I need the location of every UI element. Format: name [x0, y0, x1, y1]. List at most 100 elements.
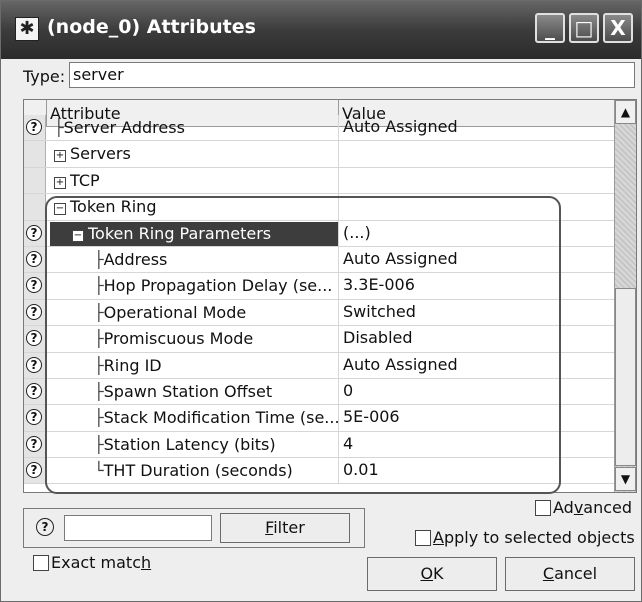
attribute-name-cell[interactable]: ├Stack Modification Time (se...: [94, 408, 340, 427]
attribute-name: Address: [103, 249, 168, 269]
scroll-up-icon: ▲: [620, 105, 631, 119]
help-cell: ?: [24, 378, 46, 405]
help-icon: ?: [36, 518, 54, 536]
filter-input[interactable]: [64, 515, 212, 541]
scroll-up-button[interactable]: ▲: [615, 100, 636, 124]
attribute-value-cell[interactable]: Auto Assigned: [338, 352, 614, 378]
filter-button-label: ilter: [273, 518, 305, 537]
advanced-checkbox[interactable]: [535, 500, 551, 516]
type-field[interactable]: server: [69, 62, 635, 88]
table-row[interactable]: + TCP: [24, 167, 614, 195]
table-body: ? ├Server Address Auto Assigned + Servers + TC…: [24, 115, 614, 485]
table-row[interactable]: ? ├Stack Modification Time (se... 5E-006: [24, 405, 614, 432]
attribute-name-cell[interactable]: └THT Duration (seconds): [94, 461, 293, 480]
attribute-name-cell[interactable]: ├Spawn Station Offset: [94, 382, 272, 401]
attribute-name: Hop Propagation Delay (se...: [103, 276, 333, 296]
attribute-value-cell[interactable]: Auto Assigned: [338, 115, 614, 141]
attribute-value-cell[interactable]: [338, 194, 614, 220]
advanced-text-pre: Ad: [553, 498, 574, 517]
attribute-name: Station Latency (bits): [103, 434, 276, 454]
attribute-value-cell[interactable]: 3.3E-006: [338, 273, 614, 299]
help-icon[interactable]: ?: [26, 435, 42, 452]
attribute-value-cell[interactable]: (...): [338, 220, 614, 246]
exact-match-label[interactable]: Exact match: [51, 553, 151, 572]
table-row[interactable]: ? ├Ring ID Auto Assigned: [24, 352, 614, 379]
ok-button[interactable]: OK: [367, 557, 497, 591]
attribute-value-cell[interactable]: Disabled: [338, 326, 614, 352]
attribute-name: Token Ring Parameters: [88, 223, 272, 243]
attribute-name-cell[interactable]: − Token Ring Parameters: [72, 224, 271, 243]
attribute-value-cell[interactable]: 5E-006: [338, 405, 614, 431]
maximize-icon: □: [574, 16, 594, 40]
attribute-name-cell[interactable]: ├Address: [94, 250, 167, 269]
attribute-name-cell[interactable]: ├Promiscuous Mode: [94, 329, 253, 348]
scroll-down-button[interactable]: ▼: [615, 467, 636, 491]
attribute-value-cell[interactable]: 0.01: [338, 458, 614, 484]
attribute-value-cell[interactable]: [338, 141, 614, 167]
attribute-name-cell[interactable]: ├Station Latency (bits): [94, 435, 276, 454]
apply-to-selected-checkbox[interactable]: [415, 530, 431, 546]
table-row[interactable]: ? ├Address Auto Assigned: [24, 246, 614, 274]
help-icon[interactable]: ?: [26, 356, 42, 373]
table-row[interactable]: ? ├Spawn Station Offset 0: [24, 378, 614, 406]
title-bar[interactable]: ✱ (node_0) Attributes _ □ X: [1, 1, 641, 59]
attribute-name-cell[interactable]: ├Hop Propagation Delay (se...: [94, 276, 332, 295]
help-icon[interactable]: ?: [26, 330, 42, 347]
help-icon[interactable]: ?: [26, 277, 42, 294]
minimize-icon: _: [545, 16, 555, 40]
attribute-value-cell[interactable]: Switched: [338, 299, 614, 326]
help-cell: [24, 167, 46, 194]
table-row[interactable]: ? ├Server Address Auto Assigned: [24, 115, 614, 142]
table-row[interactable]: ? ├Hop Propagation Delay (se... 3.3E-006: [24, 273, 614, 300]
help-icon[interactable]: ?: [26, 303, 42, 320]
attribute-name-cell[interactable]: ├Server Address: [54, 118, 185, 137]
table-row[interactable]: − Token Ring: [24, 194, 614, 221]
help-icon[interactable]: ?: [26, 462, 42, 479]
attribute-name-cell[interactable]: + Servers: [54, 144, 131, 163]
help-icon[interactable]: ?: [26, 382, 42, 399]
tree-connector: ├: [94, 434, 104, 454]
expand-icon[interactable]: +: [54, 150, 66, 163]
ok-mnemonic: O: [420, 564, 434, 583]
attribute-name: Spawn Station Offset: [103, 381, 273, 401]
attribute-table: Attribute Value ? ├Server Address Auto Ass…: [23, 99, 637, 493]
collapse-icon[interactable]: −: [72, 229, 84, 242]
maximize-button[interactable]: □: [569, 13, 599, 43]
cancel-button[interactable]: Cancel: [505, 557, 635, 591]
cancel-mnemonic: C: [542, 564, 555, 583]
attribute-name-cell[interactable]: − Token Ring: [54, 197, 156, 216]
attribute-name: Token Ring: [70, 197, 157, 217]
apply-text: pply to selected objects: [443, 528, 635, 547]
close-button[interactable]: X: [603, 13, 633, 43]
filter-mnemonic: F: [265, 518, 274, 537]
table-row[interactable]: + Servers: [24, 141, 614, 168]
attribute-value-cell[interactable]: [338, 167, 614, 194]
apply-mnemonic: A: [433, 528, 444, 547]
attribute-value-cell[interactable]: 0: [338, 378, 614, 405]
advanced-label[interactable]: Advanced: [553, 498, 632, 517]
attribute-value-cell[interactable]: Auto Assigned: [338, 246, 614, 273]
table-row[interactable]: ? − Token Ring Parameters (...): [24, 220, 614, 247]
expand-icon[interactable]: +: [54, 176, 66, 189]
attribute-name-cell[interactable]: ├Operational Mode: [94, 303, 246, 322]
help-icon[interactable]: ?: [26, 409, 42, 426]
minimize-button[interactable]: _: [535, 13, 565, 43]
help-icon[interactable]: ?: [26, 250, 42, 267]
tree-connector: ├: [94, 329, 104, 349]
help-icon[interactable]: ?: [26, 119, 42, 135]
attribute-value-cell[interactable]: 4: [338, 431, 614, 458]
apply-to-selected-label[interactable]: Apply to selected objects: [433, 528, 635, 547]
table-row[interactable]: ? ├Promiscuous Mode Disabled: [24, 326, 614, 353]
exact-match-checkbox[interactable]: [33, 555, 49, 571]
table-row[interactable]: ? ├Operational Mode Switched: [24, 299, 614, 327]
window-title: (node_0) Attributes: [47, 16, 256, 38]
scrollbar-thumb[interactable]: [615, 288, 636, 466]
help-icon[interactable]: ?: [26, 224, 42, 241]
vertical-scrollbar[interactable]: ▲ ▼: [614, 100, 636, 492]
filter-button[interactable]: Filter: [220, 513, 350, 543]
collapse-icon[interactable]: −: [54, 203, 66, 216]
attribute-name-cell[interactable]: + TCP: [54, 171, 100, 190]
table-row[interactable]: ? ├Station Latency (bits) 4: [24, 431, 614, 459]
table-row[interactable]: ? └THT Duration (seconds) 0.01: [24, 458, 614, 485]
attribute-name-cell[interactable]: ├Ring ID: [94, 356, 162, 375]
